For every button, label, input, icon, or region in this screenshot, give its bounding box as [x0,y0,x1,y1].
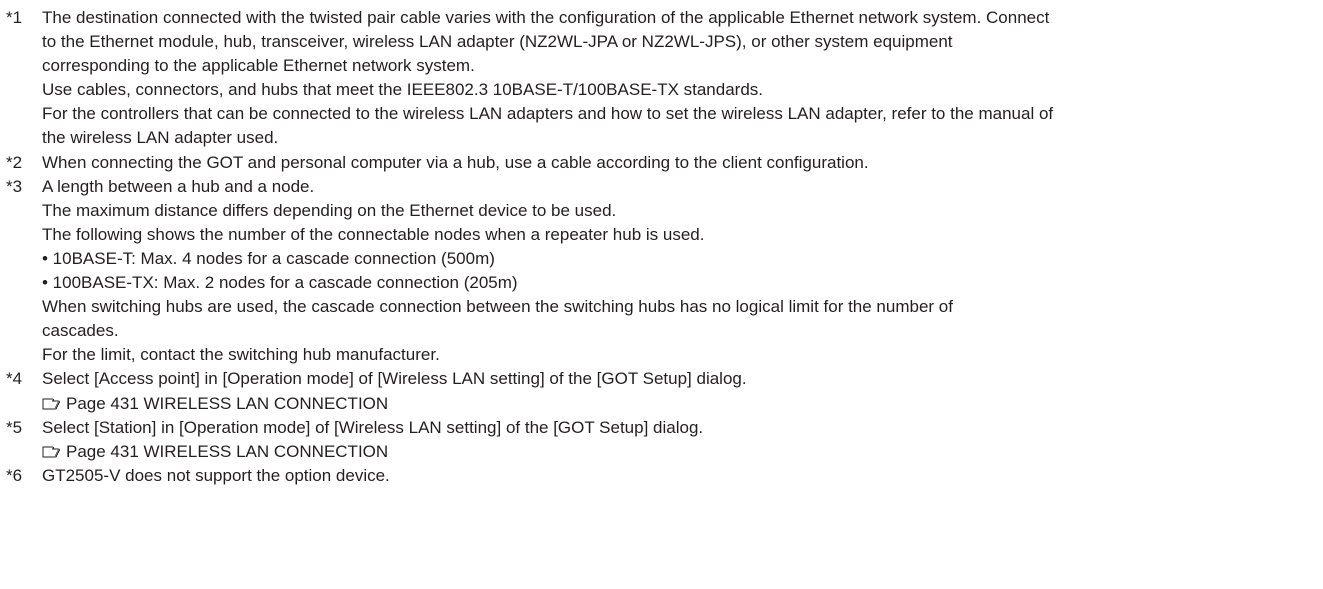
footnote-text-line: The following shows the number of the co… [42,224,705,244]
footnote-text-line: The maximum distance differs depending o… [42,200,617,220]
footnote-text-line: Select [Access point] in [Operation mode… [42,369,747,389]
footnote-text-line: the wireless LAN adapter used. [42,128,279,148]
page-reference-link[interactable]: Page 431 WIRELESS LAN CONNECTION [66,442,388,461]
footnote-text-line: When switching hubs are used, the cascad… [42,297,953,317]
footnote-2: *2 When connecting the GOT and personal … [6,151,1323,175]
footnote-3: *3 A length between a hub and a node. Th… [6,175,1323,368]
pointing-hand-icon [42,445,62,459]
footnote-bullet-line: • 10BASE-T: Max. 4 nodes for a cascade c… [42,248,495,268]
footnote-text-line: corresponding to the applicable Ethernet… [42,56,475,76]
footnote-body: The destination connected with the twist… [42,6,1323,151]
page-reference[interactable]: Page 431 WIRELESS LAN CONNECTION [42,392,1317,416]
footnote-4: *4 Select [Access point] in [Operation m… [6,367,1323,415]
footnote-text-line: Use cables, connectors, and hubs that me… [42,80,764,100]
footnote-marker: *1 [6,8,23,27]
footnote-marker: *5 [6,417,23,437]
footnote-text-line: For the limit, contact the switching hub… [42,345,440,365]
footnote-6: *6 GT2505-V does not support the option … [6,464,1323,488]
footnote-text-line: GT2505-V does not support the option dev… [42,465,390,485]
footnote-marker: *4 [6,369,23,389]
footnote-marker: *2 [6,152,23,172]
footnote-body: When connecting the GOT and personal com… [42,151,1323,175]
page-reference[interactable]: Page 431 WIRELESS LAN CONNECTION [42,440,1317,464]
footnote-marker: *3 [6,176,23,196]
pointing-hand-icon [42,397,62,411]
page-reference-link[interactable]: Page 431 WIRELESS LAN CONNECTION [66,394,388,413]
footnotes: *1 The destination connected with the tw… [0,0,1323,488]
footnote-body: A length between a hub and a node. The m… [42,175,1323,368]
footnote-text-line: For the controllers that can be connecte… [42,104,1054,124]
footnote-1: *1 The destination connected with the tw… [6,6,1323,151]
footnote-marker: *6 [6,465,23,485]
footnote-5: *5 Select [Station] in [Operation mode] … [6,416,1323,464]
footnote-body: Select [Access point] in [Operation mode… [42,367,1323,415]
footnote-body: GT2505-V does not support the option dev… [42,464,1323,488]
footnote-text-line: to the Ethernet module, hub, transceiver… [42,32,953,52]
footnote-text-line: A length between a hub and a node. [42,176,315,196]
footnote-text-line: Select [Station] in [Operation mode] of … [42,417,704,437]
footnote-text-line: When connecting the GOT and personal com… [42,152,869,172]
footnote-text-line: The destination connected with the twist… [42,8,1050,27]
footnote-bullet-line: • 100BASE-TX: Max. 2 nodes for a cascade… [42,273,518,293]
footnote-body: Select [Station] in [Operation mode] of … [42,416,1323,464]
footnote-text-line: cascades. [42,321,119,341]
